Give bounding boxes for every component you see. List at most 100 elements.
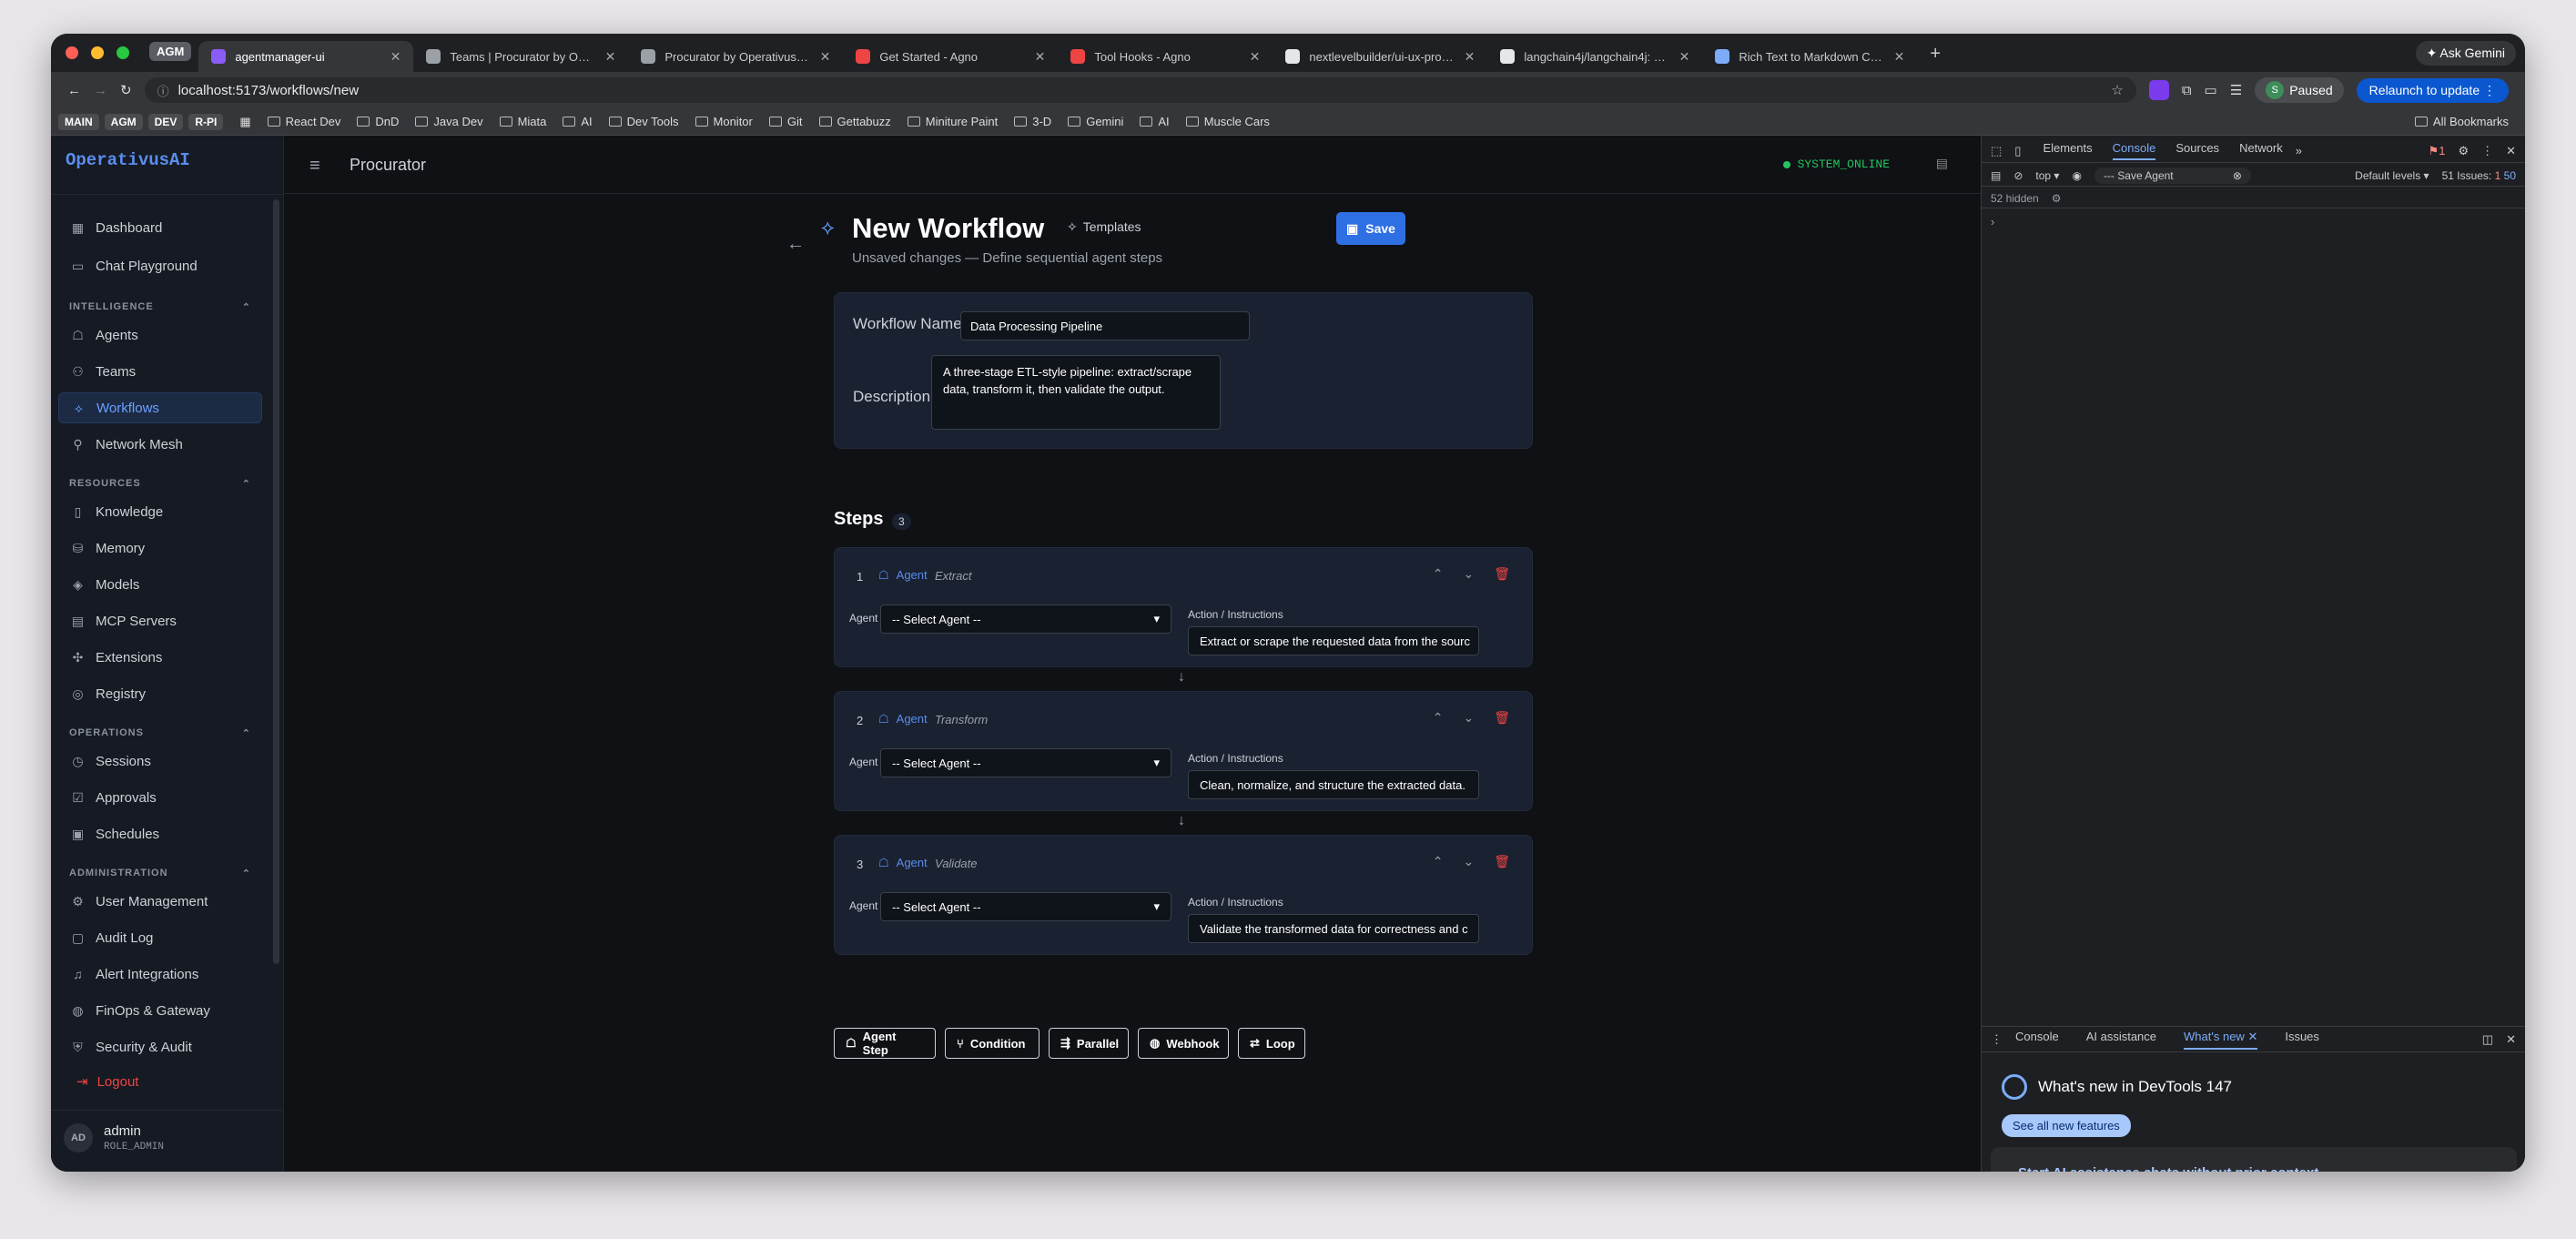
bookmark-folder[interactable]: Monitor <box>695 115 753 128</box>
drawer-tab[interactable]: What's new ✕ <box>2184 1030 2258 1050</box>
tab-close-icon[interactable]: ✕ <box>1465 49 1476 65</box>
inspect-icon[interactable]: ⬚ <box>1991 144 2002 158</box>
close-window-button[interactable] <box>66 46 78 59</box>
error-badge[interactable]: ⚑1 <box>2429 144 2446 158</box>
devtools-tab-sources[interactable]: Sources <box>2175 141 2219 160</box>
drawer-tab[interactable]: Console <box>2015 1030 2059 1050</box>
close-tab-icon[interactable]: ✕ <box>2245 1030 2257 1043</box>
move-up-icon[interactable]: ⌃ <box>1433 566 1444 582</box>
agent-select[interactable]: -- Select Agent -- ▾ <box>880 892 1171 921</box>
sidebar-item-teams[interactable]: ⚇ Teams <box>58 356 262 387</box>
tab-close-icon[interactable]: ✕ <box>1679 49 1690 65</box>
sidebar-item-schedules[interactable]: ▣ Schedules <box>58 818 262 849</box>
add-parallel-button[interactable]: ⇶ Parallel <box>1049 1028 1129 1059</box>
reload-icon[interactable]: ↻ <box>120 82 132 98</box>
sidebar-item-network-mesh[interactable]: ⚲ Network Mesh <box>58 429 262 460</box>
tab-close-icon[interactable]: ✕ <box>820 49 831 65</box>
device-toggle-icon[interactable]: ▯ <box>2014 144 2021 158</box>
browser-tab[interactable]: langchain4j/langchain4j: Lang ✕ <box>1487 41 1702 72</box>
bookmark-folder[interactable]: Gemini <box>1068 115 1123 128</box>
browser-tab[interactable]: Procurator by OperativusAI | ✕ <box>628 41 843 72</box>
sidebar-item-agents[interactable]: ☖ Agents <box>58 320 262 350</box>
apps-grid-icon[interactable]: ▦ <box>239 115 250 129</box>
sidebar-item-memory[interactable]: ⛁ Memory <box>58 533 262 564</box>
devtools-tab-elements[interactable]: Elements <box>2043 141 2092 160</box>
sidebar-item-alert-integrations[interactable]: ♫ Alert Integrations <box>58 959 262 990</box>
forward-icon[interactable]: → <box>94 83 107 98</box>
sidebar-scrollbar[interactable] <box>273 199 279 964</box>
add-webhook-button[interactable]: ◍ Webhook <box>1138 1028 1229 1059</box>
bookmark-pill[interactable]: DEV <box>147 113 184 130</box>
instructions-input[interactable]: Clean, normalize, and structure the extr… <box>1188 770 1479 799</box>
sidebar-section-header[interactable]: RESOURCES ⌃ <box>69 478 251 490</box>
sidebar-item-user-management[interactable]: ⚙ User Management <box>58 886 262 917</box>
app-logo[interactable]: OperativusAI <box>66 150 190 170</box>
sidebar-item-knowledge[interactable]: ▯ Knowledge <box>58 496 262 527</box>
sidebar-item-sessions[interactable]: ◷ Sessions <box>58 746 262 777</box>
issues-summary[interactable]: 51 Issues: 1 50 <box>2442 169 2516 182</box>
browser-tab[interactable]: Tool Hooks - Agno ✕ <box>1058 41 1273 72</box>
tab-close-icon[interactable]: ✕ <box>1894 49 1905 65</box>
bookmark-pill[interactable]: AGM <box>104 113 143 130</box>
bookmark-pill[interactable]: R-PI <box>188 113 224 130</box>
settings-gear-icon[interactable]: ⚙ <box>2458 144 2469 158</box>
browser-tab[interactable]: Rich Text to Markdown Conve ✕ <box>1702 41 1917 72</box>
templates-button[interactable]: ✧ Templates <box>1067 219 1141 235</box>
eye-icon[interactable]: ◉ <box>2072 169 2081 182</box>
sidebar-toggle-icon[interactable]: ▤ <box>1991 169 2001 182</box>
workflow-name-input[interactable]: Data Processing Pipeline <box>960 311 1250 340</box>
maximize-window-button[interactable] <box>117 46 129 59</box>
clear-filter-icon[interactable]: ⊗ <box>2233 169 2242 182</box>
sidebar-item-audit-log[interactable]: ▢ Audit Log <box>58 922 262 953</box>
bookmark-folder[interactable]: Miniture Paint <box>907 115 998 128</box>
move-up-icon[interactable]: ⌃ <box>1433 854 1444 869</box>
sidebar-section-header[interactable]: OPERATIONS ⌃ <box>69 727 251 739</box>
tab-close-icon[interactable]: ✕ <box>605 49 616 65</box>
clear-console-icon[interactable]: ⊘ <box>2013 169 2023 182</box>
console-prompt[interactable]: › <box>1982 212 2525 230</box>
bookmark-folder[interactable]: Muscle Cars <box>1185 115 1270 128</box>
all-bookmarks[interactable]: All Bookmarks <box>2414 115 2518 128</box>
puzzle-icon[interactable]: ⧉ <box>2182 83 2192 98</box>
bookmark-folder[interactable]: DnD <box>357 115 399 128</box>
see-all-features-button[interactable]: See all new features <box>2002 1114 2131 1137</box>
user-panel[interactable]: AD admin ROLE_ADMIN <box>51 1110 284 1172</box>
logout-button[interactable]: ⇥ Logout <box>76 1073 138 1091</box>
bookmark-folder[interactable]: AI <box>1140 115 1170 128</box>
more-tabs-icon[interactable]: » <box>2296 144 2302 157</box>
sidebar-item-security-audit[interactable]: ⛨ Security & Audit <box>58 1031 262 1062</box>
back-arrow-icon[interactable]: ← <box>786 234 805 255</box>
add-loop-button[interactable]: ⇄ Loop <box>1238 1028 1305 1059</box>
new-tab-button[interactable]: + <box>1917 44 1953 72</box>
dock-icon[interactable]: ◫ <box>2482 1032 2493 1047</box>
sidebar-section-header[interactable]: INTELLIGENCE ⌃ <box>69 301 251 313</box>
devtools-tab-network[interactable]: Network <box>2239 141 2283 160</box>
instructions-input[interactable]: Extract or scrape the requested data fro… <box>1188 626 1479 655</box>
move-down-icon[interactable]: ⌄ <box>1463 710 1474 726</box>
bookmark-folder[interactable]: 3-D <box>1014 115 1051 128</box>
bookmark-folder[interactable]: React Dev <box>267 115 340 128</box>
sidebar-section-header[interactable]: ADMINISTRATION ⌃ <box>69 868 251 879</box>
panel-toggle-icon[interactable]: ▤ <box>1936 156 1948 171</box>
back-icon[interactable]: ← <box>67 83 81 98</box>
sidebar-item-finops-gateway[interactable]: ◍ FinOps & Gateway <box>58 995 262 1026</box>
tab-group-label[interactable]: AGM <box>149 42 192 61</box>
sidebar-item-models[interactable]: ◈ Models <box>58 569 262 600</box>
drawer-menu-icon[interactable]: ⋮ <box>1991 1032 2003 1047</box>
browser-tab[interactable]: nextlevelbuilder/ui-ux-pro-m ✕ <box>1273 41 1487 72</box>
save-button[interactable]: ▣ Save <box>1336 212 1405 245</box>
bookmark-pill[interactable]: MAIN <box>58 113 99 130</box>
bookmark-folder[interactable]: Gettabuzz <box>818 115 891 128</box>
tab-close-icon[interactable]: ✕ <box>1250 49 1261 65</box>
ai-assistance-link[interactable]: Start AI assistance chats without prior … <box>1991 1147 2517 1172</box>
bookmark-folder[interactable]: Java Dev <box>415 115 483 128</box>
relaunch-button[interactable]: Relaunch to update ⋮ <box>2356 77 2509 103</box>
sidebar-item-chat-playground[interactable]: ▭ Chat Playground <box>58 250 262 281</box>
sidebar-item-workflows[interactable]: ⟡ Workflows <box>58 392 262 423</box>
bookmark-folder[interactable]: Miata <box>499 115 546 128</box>
context-select[interactable]: top ▾ <box>2035 169 2059 182</box>
console-filter-input[interactable]: --- Save Agent ⊗ <box>2094 167 2251 184</box>
close-devtools-icon[interactable]: ✕ <box>2506 144 2516 158</box>
move-up-icon[interactable]: ⌃ <box>1433 710 1444 726</box>
kebab-menu-icon[interactable]: ⋮ <box>2481 144 2493 158</box>
